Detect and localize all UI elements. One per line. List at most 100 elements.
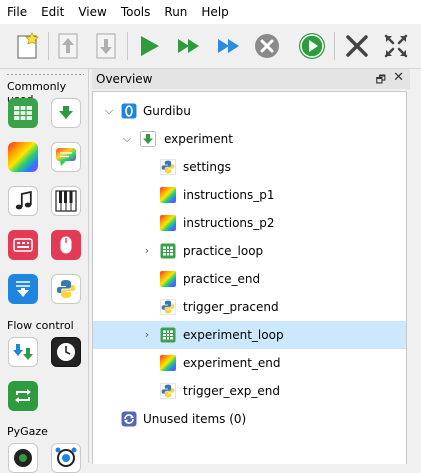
chevron-right-icon[interactable]: › <box>141 328 153 342</box>
fullscreen-icon <box>384 34 408 58</box>
run-button[interactable] <box>132 29 166 63</box>
tree-item-practice-loop[interactable]: › practice_loop <box>93 237 406 265</box>
clock-icon <box>57 343 75 361</box>
stop-icon <box>255 34 279 58</box>
tree-item-experiment[interactable]: ⌵ experiment <box>93 125 406 153</box>
close-panel-button[interactable]: ✕ <box>393 70 404 85</box>
toolbar-separator <box>334 32 335 60</box>
mouse-response-tool[interactable] <box>51 230 81 260</box>
inline-script-icon <box>57 280 75 298</box>
tree-item-label: experiment_end <box>183 356 281 370</box>
opensesame-icon <box>121 103 137 119</box>
inline-script-tool[interactable] <box>51 274 81 304</box>
move-up-button[interactable] <box>51 29 85 63</box>
menu-help[interactable]: Help <box>194 0 235 24</box>
logger-tool[interactable] <box>8 274 38 304</box>
menu-run[interactable]: Run <box>157 0 194 24</box>
run-in-window-icon <box>299 33 325 59</box>
tree-item-experiment-loop[interactable]: › experiment_loop <box>93 321 406 349</box>
overview-dock-header: Overview 🗗 ✕ <box>92 69 410 89</box>
sketchpad-icon <box>160 187 176 203</box>
tree-item-settings[interactable]: settings <box>93 153 406 181</box>
menu-edit[interactable]: Edit <box>34 0 71 24</box>
tree-item-label: instructions_p2 <box>183 216 275 230</box>
fullscreen-button[interactable] <box>379 29 413 63</box>
overview-tree: ⌵ Gurdibu ⌵ experiment settings instruct… <box>92 91 407 464</box>
loop-tool[interactable] <box>8 98 38 128</box>
synth-tool[interactable] <box>51 186 81 216</box>
close-all-icon <box>346 35 368 57</box>
move-down-button[interactable] <box>89 29 123 63</box>
inline-script-icon <box>160 383 176 399</box>
chevron-down-icon[interactable]: ⌵ <box>103 104 115 118</box>
tree-item-label: experiment <box>164 132 233 146</box>
dock-grip[interactable] <box>6 73 84 76</box>
tree-item-label: practice_end <box>183 272 261 286</box>
new-file-button[interactable] <box>11 29 45 63</box>
tree-item-label: trigger_pracend <box>183 300 279 314</box>
clock-tool[interactable] <box>51 337 81 367</box>
loop-icon <box>160 327 176 343</box>
run-fast-button[interactable] <box>172 29 206 63</box>
run-quick-icon <box>218 39 239 53</box>
synth-icon <box>55 190 77 212</box>
loop-icon <box>160 243 176 259</box>
sketchpad-icon <box>160 271 176 287</box>
sequence-tool[interactable] <box>51 98 81 128</box>
move-up-icon <box>58 33 78 59</box>
parallel-tool[interactable] <box>8 337 38 367</box>
unused-items-icon <box>121 411 137 427</box>
run-in-window-button[interactable] <box>295 29 329 63</box>
section-flow-control: Flow control <box>7 319 74 332</box>
tree-item-trigger-pracend[interactable]: trigger_pracend <box>93 293 406 321</box>
pygaze-init-tool[interactable] <box>8 443 38 473</box>
repeat-tool[interactable] <box>8 381 38 411</box>
pygaze-start-tool[interactable] <box>51 443 81 473</box>
mouse-response-icon <box>60 236 72 254</box>
section-pygaze: PyGaze <box>7 425 48 438</box>
pygaze-start-icon <box>55 447 77 467</box>
tree-item-experiment-end[interactable]: experiment_end <box>93 349 406 377</box>
tree-item-practice-end[interactable]: practice_end <box>93 265 406 293</box>
tree-item-label: settings <box>183 160 231 174</box>
new-file-icon <box>17 32 39 59</box>
sampler-icon <box>15 191 32 210</box>
form-tool[interactable] <box>8 230 38 260</box>
tree-item-instructions-p1[interactable]: instructions_p1 <box>93 181 406 209</box>
parallel-icon <box>13 344 33 360</box>
chevron-down-icon[interactable]: ⌵ <box>121 132 133 146</box>
inline-script-icon <box>160 299 176 315</box>
menu-file[interactable]: File <box>0 0 34 24</box>
sketchpad-tool[interactable] <box>8 142 38 172</box>
menu-view[interactable]: View <box>71 0 113 24</box>
tree-item-label: practice_loop <box>183 244 264 258</box>
close-all-button[interactable] <box>340 29 374 63</box>
toolbar-separator <box>48 32 49 60</box>
sketchpad-icon <box>160 215 176 231</box>
tree-item-label: instructions_p1 <box>183 188 275 202</box>
run-icon <box>141 36 159 56</box>
tree-item-gurdibu[interactable]: ⌵ Gurdibu <box>93 97 406 125</box>
feedback-tool[interactable] <box>51 142 81 172</box>
overview-title: Overview <box>96 72 153 86</box>
feedback-icon <box>56 148 76 166</box>
chevron-right-icon[interactable]: › <box>141 244 153 258</box>
item-toolbar-sidebar: Commonly used <box>0 69 89 473</box>
tree-item-trigger-exp-end[interactable]: trigger_exp_end <box>93 377 406 405</box>
logger-icon <box>16 281 30 297</box>
main-toolbar <box>0 24 421 69</box>
form-icon <box>13 238 33 252</box>
stop-button[interactable] <box>250 29 284 63</box>
float-panel-button[interactable]: 🗗 <box>376 71 386 90</box>
tree-item-unused-items[interactable]: Unused items (0) <box>93 405 406 433</box>
pygaze-init-icon <box>14 449 32 467</box>
tree-item-label: Unused items (0) <box>143 412 247 426</box>
inline-script-icon <box>160 159 176 175</box>
sampler-tool[interactable] <box>8 186 38 216</box>
repeat-icon <box>15 389 31 403</box>
tree-item-label: Gurdibu <box>143 104 191 118</box>
menu-tools[interactable]: Tools <box>114 0 158 24</box>
tree-item-instructions-p2[interactable]: instructions_p2 <box>93 209 406 237</box>
run-quick-button[interactable] <box>212 29 246 63</box>
tree-item-label: experiment_loop <box>183 328 284 342</box>
